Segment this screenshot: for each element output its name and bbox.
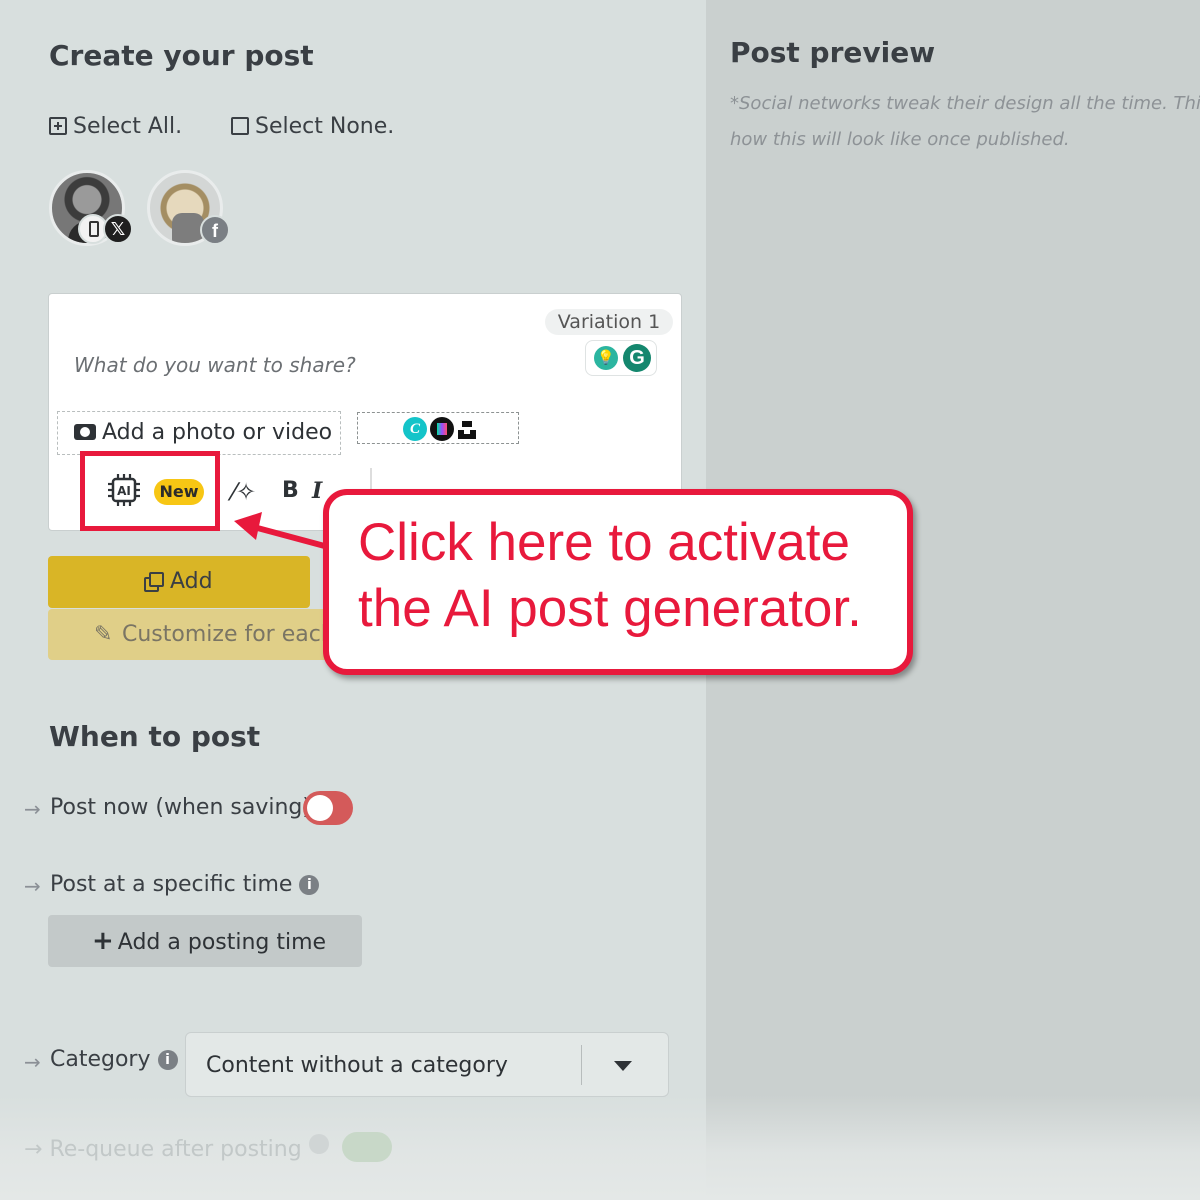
category-value: Content without a category bbox=[206, 1053, 508, 1078]
category-label: Category bbox=[50, 1047, 151, 1072]
category-select[interactable]: Content without a category bbox=[185, 1032, 669, 1097]
arrow-right-icon: → bbox=[24, 797, 41, 821]
select-none-button[interactable]: Select None. bbox=[231, 114, 394, 139]
callout-line-2: the AI post generator. bbox=[358, 579, 862, 638]
ai-chip-icon: AI bbox=[108, 474, 140, 506]
select-all-label: Select All. bbox=[73, 114, 183, 139]
arrow-right-icon: → bbox=[24, 874, 41, 898]
schedule-heading: When to post bbox=[49, 720, 261, 753]
square-icon bbox=[231, 117, 249, 135]
unsplash-icon[interactable] bbox=[458, 421, 476, 439]
copy-icon bbox=[144, 572, 164, 592]
new-badge: New bbox=[154, 479, 204, 505]
callout-arrow bbox=[234, 512, 335, 551]
post-text-input[interactable]: What do you want to share? bbox=[74, 353, 356, 377]
canva-icon[interactable]: C bbox=[403, 417, 427, 441]
x-logo-icon: 𝕏 bbox=[103, 214, 133, 244]
pencil-icon: ✎ bbox=[94, 622, 113, 647]
specific-time-row: Post at a specific time i bbox=[50, 872, 320, 897]
preview-note-line-2: how this will look like once published. bbox=[730, 129, 1070, 150]
plus-square-icon bbox=[49, 117, 67, 135]
camera-icon bbox=[74, 424, 96, 440]
preview-note-line-1: *Social networks tweak their design all … bbox=[730, 93, 1200, 114]
category-row: Category i bbox=[50, 1047, 178, 1072]
composer-heading: Create your post bbox=[49, 39, 314, 72]
requeue-label: Re-queue after posting bbox=[49, 1137, 302, 1162]
specific-time-label: Post at a specific time bbox=[50, 872, 293, 897]
select-divider bbox=[581, 1045, 582, 1085]
grammarly-icon[interactable]: G bbox=[623, 344, 651, 372]
caret-down-icon bbox=[614, 1061, 632, 1071]
requeue-toggle[interactable] bbox=[341, 1132, 392, 1162]
plus-icon: + bbox=[92, 926, 114, 956]
info-icon[interactable]: i bbox=[157, 1050, 178, 1070]
preview-heading: Post preview bbox=[730, 36, 936, 69]
add-photo-video-button[interactable]: Add a photo or video bbox=[57, 411, 341, 455]
select-none-label: Select None. bbox=[255, 114, 395, 139]
requeue-row: → Re-queue after posting bbox=[24, 1132, 392, 1162]
giphy-icon[interactable] bbox=[430, 417, 454, 441]
select-all-button[interactable]: Select All. bbox=[49, 114, 182, 139]
requeue-arrow-icon: → bbox=[24, 1137, 43, 1162]
variation-tab[interactable]: Variation 1 bbox=[545, 309, 673, 335]
add-posting-time-button[interactable]: + Add a posting time bbox=[48, 915, 362, 967]
add-variation-button[interactable]: Add Variation bbox=[48, 556, 310, 646]
post-now-toggle[interactable] bbox=[303, 791, 353, 825]
info-icon[interactable]: i bbox=[299, 875, 320, 895]
tutorial-callout: Click here to activate the AI post gener… bbox=[323, 489, 913, 675]
info-icon[interactable] bbox=[308, 1134, 329, 1154]
lightbulb-icon[interactable]: 💡 bbox=[594, 346, 618, 370]
customize-label: Customize for each bbox=[122, 622, 335, 647]
callout-line-1: Click here to activate bbox=[358, 513, 850, 572]
add-posting-time-label: Add a posting time bbox=[117, 930, 327, 955]
facebook-icon: f bbox=[200, 215, 230, 245]
post-now-label: Post now (when saving) bbox=[50, 795, 311, 820]
add-photo-video-label: Add a photo or video bbox=[102, 420, 333, 445]
arrow-right-icon: → bbox=[24, 1050, 41, 1074]
extension-icons: 💡 G bbox=[585, 340, 657, 376]
design-tools: C bbox=[357, 412, 519, 444]
customize-button[interactable]: ✎ Customize for each bbox=[48, 609, 348, 660]
svg-text:AI: AI bbox=[117, 484, 131, 498]
